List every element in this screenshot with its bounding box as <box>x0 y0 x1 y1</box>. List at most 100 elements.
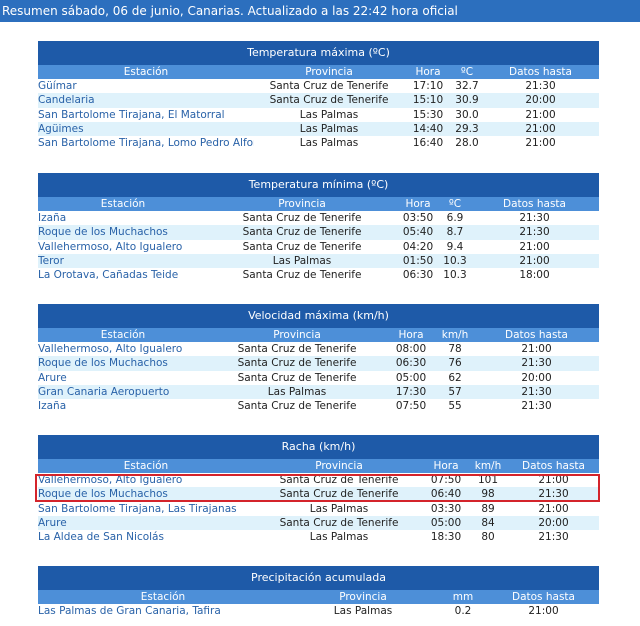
province-cell: Las Palmas <box>208 384 386 400</box>
table-title: Temperatura máxima (ºC) <box>38 41 599 65</box>
time-cell: 18:30 <box>424 530 468 545</box>
station-link[interactable]: Roque de los Muchachos <box>38 487 254 502</box>
value-cell: 6.9 <box>440 211 470 226</box>
table-row: San Bartolome Tirajana, Lomo Pedro Alfon… <box>38 136 599 151</box>
value-cell: 55 <box>436 399 474 414</box>
data-until-cell: 21:00 <box>470 253 599 269</box>
value-cell: 80 <box>468 530 508 545</box>
province-cell: Santa Cruz de Tenerife <box>208 356 386 371</box>
station-link[interactable]: San Bartolome Tirajana, Las Tirajanas <box>38 501 254 516</box>
time-cell: 01:50 <box>396 253 440 269</box>
table-row: La Aldea de San Nicolás Las Palmas 18:30… <box>38 530 599 545</box>
value-cell: 84 <box>468 515 508 531</box>
table-row: Güímar Santa Cruz de Tenerife 17:10 32.7… <box>38 79 599 94</box>
table-row: La Orotava, Cañadas Teide Santa Cruz de … <box>38 268 599 283</box>
table-title: Velocidad máxima (km/h) <box>38 304 599 328</box>
table-row: Vallehermoso, Alto Igualero Santa Cruz d… <box>38 473 599 488</box>
value-cell: 101 <box>468 473 508 488</box>
col-valor: km/h <box>468 459 508 473</box>
col-datos-hasta: Datos hasta <box>482 65 599 79</box>
station-link[interactable]: Roque de los Muchachos <box>38 225 208 240</box>
station-link[interactable]: Agüimes <box>38 121 254 137</box>
time-cell: 07:50 <box>386 399 436 414</box>
value-cell: 62 <box>436 370 474 385</box>
station-link[interactable]: Güímar <box>38 79 254 94</box>
time-cell: 16:40 <box>404 136 452 151</box>
data-until-cell: 21:00 <box>508 473 599 488</box>
value-cell: 29.3 <box>452 121 482 137</box>
col-datos-hasta: Datos hasta <box>488 590 599 604</box>
table-row: Izaña Santa Cruz de Tenerife 07:50 55 21… <box>38 399 599 414</box>
table-row: Agüimes Las Palmas 14:40 29.3 21:00 <box>38 121 599 137</box>
col-estacion: Estación <box>38 459 254 473</box>
station-link[interactable]: La Aldea de San Nicolás <box>38 530 254 545</box>
station-link[interactable]: La Orotava, Cañadas Teide <box>38 268 208 283</box>
province-cell: Las Palmas <box>254 530 424 545</box>
time-cell: 17:10 <box>404 79 452 94</box>
time-cell: 14:40 <box>404 121 452 137</box>
data-until-cell: 21:00 <box>488 604 599 619</box>
province-cell: Santa Cruz de Tenerife <box>254 487 424 502</box>
time-cell: 08:00 <box>386 342 436 357</box>
table-header-row: Estación Provincia mm Datos hasta <box>38 590 599 604</box>
table-row: San Bartolome Tirajana, Las Tirajanas La… <box>38 501 599 516</box>
value-cell: 98 <box>468 487 508 502</box>
col-datos-hasta: Datos hasta <box>508 459 599 473</box>
province-cell: Santa Cruz de Tenerife <box>254 93 404 108</box>
value-cell: 28.0 <box>452 136 482 151</box>
station-link[interactable]: Candelaria <box>38 93 254 108</box>
table-row: Roque de los Muchachos Santa Cruz de Ten… <box>38 225 599 240</box>
table-row: Roque de los Muchachos Santa Cruz de Ten… <box>38 356 599 371</box>
table-row: Las Palmas de Gran Canaria, Tafira Las P… <box>38 604 599 619</box>
time-cell: 07:50 <box>424 473 468 488</box>
col-valor: mm <box>438 590 488 604</box>
col-datos-hasta: Datos hasta <box>474 328 599 342</box>
station-link[interactable]: Izaña <box>38 211 208 226</box>
station-link[interactable]: Teror <box>38 253 208 269</box>
time-cell: 05:40 <box>396 225 440 240</box>
time-cell: 05:00 <box>386 370 436 385</box>
table-temperatura-maxima: Temperatura máxima (ºC) Estación Provinc… <box>38 41 599 151</box>
time-cell: 04:20 <box>396 239 440 254</box>
time-cell: 05:00 <box>424 515 468 531</box>
col-valor: ºC <box>440 197 470 211</box>
data-until-cell: 21:00 <box>470 239 599 254</box>
col-hora: Hora <box>386 328 436 342</box>
table-velocidad-maxima: Velocidad máxima (km/h) Estación Provinc… <box>38 304 599 414</box>
station-link[interactable]: San Bartolome Tirajana, El Matorral <box>38 107 254 122</box>
station-link[interactable]: Arure <box>38 515 254 531</box>
station-link[interactable]: Las Palmas de Gran Canaria, Tafira <box>38 604 288 619</box>
province-cell: Las Palmas <box>254 107 404 122</box>
data-until-cell: 21:30 <box>482 79 599 94</box>
table-header-row: Estación Provincia Hora km/h Datos hasta <box>38 459 599 473</box>
station-link[interactable]: San Bartolome Tirajana, Lomo Pedro Alfon… <box>38 136 254 151</box>
table-racha: Racha (km/h) Estación Provincia Hora km/… <box>38 435 599 545</box>
value-cell: 30.9 <box>452 93 482 108</box>
province-cell: Las Palmas <box>254 501 424 516</box>
value-cell: 10.3 <box>440 268 470 283</box>
station-link[interactable]: Arure <box>38 370 208 385</box>
station-link[interactable]: Vallehermoso, Alto Igualero <box>38 239 208 254</box>
col-provincia: Provincia <box>208 197 396 211</box>
station-link[interactable]: Gran Canaria Aeropuerto <box>38 384 208 400</box>
table-row: Arure Santa Cruz de Tenerife 05:00 84 20… <box>38 515 599 531</box>
table-row: Arure Santa Cruz de Tenerife 05:00 62 20… <box>38 370 599 385</box>
value-cell: 57 <box>436 384 474 400</box>
data-until-cell: 18:00 <box>470 268 599 283</box>
station-link[interactable]: Vallehermoso, Alto Igualero <box>38 342 208 357</box>
station-link[interactable]: Roque de los Muchachos <box>38 356 208 371</box>
data-until-cell: 21:00 <box>482 121 599 137</box>
province-cell: Santa Cruz de Tenerife <box>208 211 396 226</box>
col-hora: Hora <box>396 197 440 211</box>
data-until-cell: 21:30 <box>470 211 599 226</box>
time-cell: 15:10 <box>404 93 452 108</box>
time-cell: 03:50 <box>396 211 440 226</box>
col-provincia: Provincia <box>208 328 386 342</box>
col-valor: km/h <box>436 328 474 342</box>
col-hora: Hora <box>424 459 468 473</box>
station-link[interactable]: Vallehermoso, Alto Igualero <box>38 473 254 488</box>
col-estacion: Estación <box>38 65 254 79</box>
value-cell: 76 <box>436 356 474 371</box>
col-datos-hasta: Datos hasta <box>470 197 599 211</box>
station-link[interactable]: Izaña <box>38 399 208 414</box>
